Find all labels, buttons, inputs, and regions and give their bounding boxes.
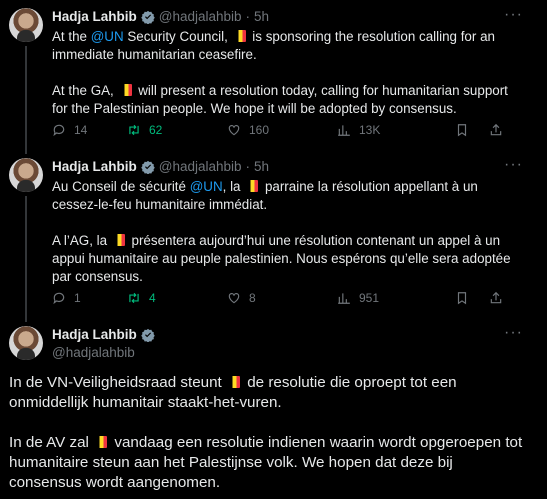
verified-badge-icon bbox=[140, 328, 155, 342]
tweet-header: Hadja Lahbib @hadjalahbib bbox=[52, 327, 159, 360]
more-icon[interactable]: ··· bbox=[504, 324, 523, 342]
display-name[interactable]: Hadja Lahbib bbox=[52, 327, 137, 342]
tweet-text: In de VN-Veiligheidsraad steunt de resol… bbox=[9, 374, 523, 491]
handle[interactable]: @hadjalahbib bbox=[52, 345, 159, 360]
belgium-flag-icon bbox=[228, 376, 240, 388]
main-tweet[interactable]: Hadja Lahbib @hadjalahbib ··· In de VN-V… bbox=[0, 0, 547, 499]
avatar[interactable] bbox=[9, 326, 43, 360]
belgium-flag-icon bbox=[96, 436, 108, 448]
